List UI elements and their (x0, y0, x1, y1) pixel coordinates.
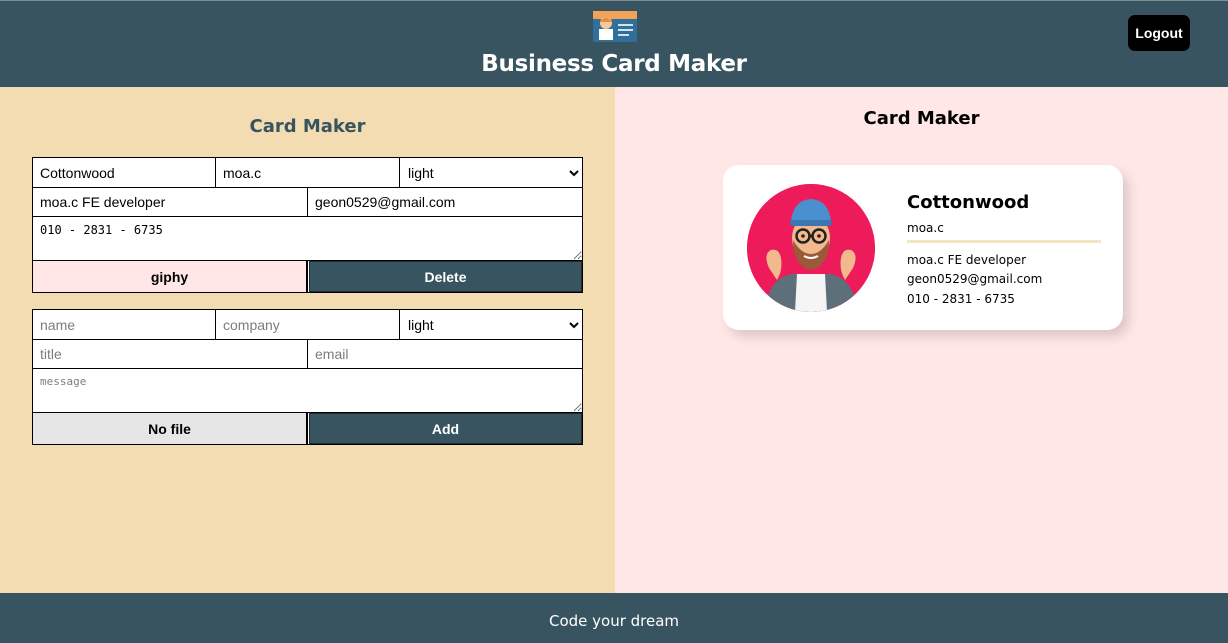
email-input[interactable] (308, 188, 582, 217)
card-edit-form: light 010 - 2831 - 6735 giphy Delete (32, 157, 583, 293)
card-divider (907, 240, 1101, 243)
company-input[interactable] (216, 158, 400, 188)
company-input[interactable] (216, 310, 400, 340)
business-card-logo-icon (593, 11, 637, 42)
logout-button[interactable]: Logout (1128, 15, 1190, 51)
app-footer: Code your dream (0, 593, 1228, 643)
card-message: 010 - 2831 - 6735 (907, 292, 1015, 306)
maker-title: Card Maker (249, 116, 366, 137)
name-input[interactable] (33, 158, 216, 188)
app-title: Business Card Maker (481, 51, 747, 77)
app-header: Business Card Maker Logout (0, 0, 1228, 87)
add-button[interactable]: Add (309, 413, 582, 444)
name-input[interactable] (33, 310, 216, 340)
card-maker-pane: Card Maker light 010 - 2831 - 6735 giphy… (0, 87, 615, 593)
title-input[interactable] (33, 188, 308, 217)
message-textarea[interactable]: 010 - 2831 - 6735 (33, 217, 582, 261)
card-preview-pane: Card Maker Cottonwood moa.c moa.c FE dev… (615, 87, 1228, 593)
card-add-form: light No file Add (32, 309, 583, 445)
image-file-button[interactable]: No file (33, 413, 308, 444)
business-card[interactable]: Cottonwood moa.c moa.c FE developer geon… (723, 165, 1123, 330)
card-name: Cottonwood (907, 192, 1030, 213)
card-email: geon0529@gmail.com (907, 272, 1043, 286)
footer-text: Code your dream (548, 612, 680, 630)
bearded-man-avatar-icon (747, 184, 875, 312)
image-file-button[interactable]: giphy (33, 261, 308, 292)
theme-select[interactable]: light (400, 158, 582, 188)
delete-button[interactable]: Delete (309, 261, 582, 292)
email-input[interactable] (308, 340, 582, 369)
card-company: moa.c (907, 221, 944, 235)
preview-title: Card Maker (863, 108, 980, 129)
card-title: moa.c FE developer (907, 253, 1027, 267)
message-textarea[interactable] (33, 369, 582, 413)
title-input[interactable] (33, 340, 308, 369)
theme-select[interactable]: light (400, 310, 582, 340)
